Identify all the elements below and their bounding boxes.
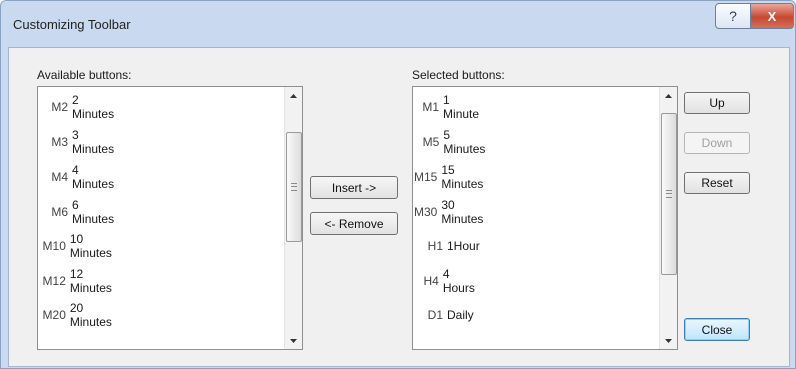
item-name: 5 Minutes: [443, 128, 486, 156]
item-name: 20 Minutes: [69, 301, 112, 329]
item-code: M15: [414, 170, 438, 184]
grip-icon: [291, 183, 297, 191]
reset-button[interactable]: Reset: [684, 172, 750, 194]
list-item[interactable]: M2 2 Minutes: [38, 93, 118, 121]
item-name: 15 Minutes: [441, 163, 484, 191]
list-item[interactable]: M10 10 Minutes: [38, 232, 118, 260]
item-code: M4: [51, 170, 69, 184]
list-item[interactable]: M12 12 Minutes: [38, 267, 118, 295]
available-buttons-label: Available buttons:: [37, 68, 132, 82]
list-item[interactable]: M6 6 Minutes: [38, 198, 118, 226]
up-button[interactable]: Up: [684, 92, 750, 114]
list-item[interactable]: M30 30 Minutes: [413, 198, 489, 226]
scroll-up-arrow[interactable]: [285, 87, 302, 104]
list-item[interactable]: M3 3 Minutes: [38, 128, 118, 156]
item-code: M5: [422, 135, 440, 149]
list-item[interactable]: M5 5 Minutes: [413, 128, 489, 156]
item-name: 3 Minutes: [72, 128, 115, 156]
item-name: 12 Minutes: [69, 267, 112, 295]
list-item[interactable]: M4 4 Minutes: [38, 163, 118, 191]
available-scrollbar[interactable]: [284, 87, 302, 349]
title-bar[interactable]: Customizing Toolbar ? X: [1, 1, 795, 47]
item-code: M2: [51, 100, 69, 114]
window-close-button[interactable]: X: [750, 3, 794, 29]
list-item[interactable]: H4 4 Hours: [413, 267, 479, 295]
item-code: D1: [427, 308, 443, 322]
help-icon: ?: [729, 8, 737, 24]
scroll-thumb[interactable]: [286, 132, 302, 242]
remove-button[interactable]: <- Remove: [310, 212, 398, 235]
list-item[interactable]: H1 1Hour: [413, 236, 480, 256]
item-code: M6: [51, 205, 69, 219]
down-button[interactable]: Down: [684, 132, 750, 154]
item-name: 1 Minute: [443, 93, 480, 121]
grip-icon: [666, 190, 672, 198]
item-code: M20: [42, 308, 66, 322]
close-button[interactable]: Close: [684, 318, 750, 341]
list-item[interactable]: M15 15 Minutes: [413, 163, 489, 191]
item-code: M3: [51, 135, 69, 149]
chevron-down-icon: [290, 338, 297, 343]
item-code: M30: [414, 205, 438, 219]
selected-buttons-label: Selected buttons:: [412, 68, 505, 82]
close-icon: X: [767, 8, 777, 24]
chevron-up-icon: [665, 93, 672, 98]
selected-buttons-list[interactable]: M1 1 Minute M5 5 Minutes M15 15 Minutes …: [412, 86, 678, 350]
selected-scrollbar[interactable]: [659, 87, 677, 349]
item-name: 4 Minutes: [72, 163, 115, 191]
item-name: 10 Minutes: [69, 232, 112, 260]
insert-button[interactable]: Insert ->: [310, 176, 398, 199]
item-name: 2 Minutes: [72, 93, 115, 121]
item-code: H4: [423, 274, 439, 288]
scroll-up-arrow[interactable]: [660, 87, 677, 104]
list-item[interactable]: D1 Daily: [413, 305, 474, 325]
available-buttons-list[interactable]: M2 2 Minutes M3 3 Minutes M4 4 Minutes M…: [37, 86, 303, 350]
item-name: 4 Hours: [442, 267, 475, 295]
item-code: M10: [42, 239, 66, 253]
dialog-client-area: Available buttons: Selected buttons: M2 …: [8, 47, 790, 367]
chevron-down-icon: [665, 338, 672, 343]
customizing-toolbar-dialog: Customizing Toolbar ? X Available button…: [0, 0, 796, 369]
item-name: 6 Minutes: [72, 198, 115, 226]
help-button[interactable]: ?: [715, 3, 751, 29]
item-code: M12: [42, 274, 66, 288]
item-code: H1: [427, 239, 443, 253]
item-name: 30 Minutes: [441, 198, 484, 226]
scroll-down-arrow[interactable]: [285, 332, 302, 349]
item-name: Daily: [447, 308, 474, 322]
window-title: Customizing Toolbar: [13, 17, 131, 32]
scroll-thumb[interactable]: [661, 113, 677, 275]
item-code: M1: [422, 100, 440, 114]
chevron-up-icon: [290, 93, 297, 98]
scroll-down-arrow[interactable]: [660, 332, 677, 349]
list-item[interactable]: M1 1 Minute: [413, 93, 483, 121]
item-name: 1Hour: [447, 239, 480, 253]
list-item[interactable]: M20 20 Minutes: [38, 301, 118, 329]
